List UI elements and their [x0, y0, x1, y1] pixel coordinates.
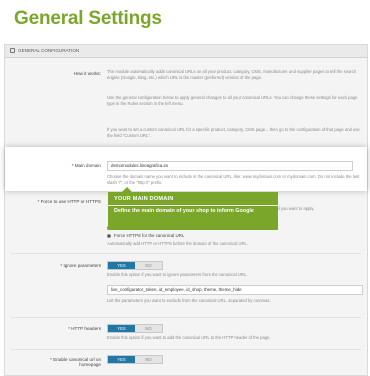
- ignore-params-help: Enable this option if you want to ignore…: [107, 272, 248, 277]
- toggle-no[interactable]: NO: [135, 325, 162, 332]
- tooltip-body: Define the main domain of your shop to i…: [114, 208, 254, 214]
- https-label: * Force to use HTTP or HTTPS: [37, 199, 101, 204]
- page-title: General Settings: [14, 8, 162, 29]
- main-domain-tooltip: YOUR MAIN DOMAIN Define the main domain …: [108, 187, 278, 230]
- homepage-toggle[interactable]: YES NO: [107, 355, 163, 364]
- main-domain-input[interactable]: demomodules.lineagrafica.es: [107, 161, 353, 171]
- homepage-label: * Enable canonical url on homepage: [50, 357, 101, 367]
- divider: [11, 253, 361, 254]
- how-it-works-p2: Use the general configuration below to a…: [107, 95, 358, 106]
- radio-force-https[interactable]: Force HTTPS for the canonical URL: [107, 233, 184, 238]
- toggle-yes[interactable]: YES: [108, 356, 135, 363]
- section-header: GENERAL CONFIGURATION: [5, 45, 367, 58]
- ignore-params-toggle[interactable]: YES NO: [107, 261, 163, 270]
- toggle-no[interactable]: NO: [135, 262, 162, 269]
- tooltip-title: YOUR MAIN DOMAIN: [114, 196, 174, 202]
- toggle-no[interactable]: NO: [135, 356, 162, 363]
- section-heading: GENERAL CONFIGURATION: [18, 48, 80, 53]
- toggle-yes[interactable]: YES: [108, 325, 135, 332]
- main-domain-row: * Main domain demomodules.lineagrafica.e…: [5, 147, 367, 191]
- http-headers-toggle[interactable]: YES NO: [107, 324, 163, 333]
- divider: [11, 317, 361, 318]
- settings-icon: [10, 48, 15, 53]
- how-it-works-p3: If you want to set a custom canonical UR…: [107, 127, 360, 138]
- ignore-params-help2: List the parameters you want to exclude …: [107, 298, 271, 303]
- ignore-params-input[interactable]: live_configurator_token, id_employee, id…: [107, 285, 363, 295]
- divider: [11, 349, 361, 350]
- how-it-works-label: How it works:: [73, 71, 101, 76]
- main-domain-help: Choose the domain name you want to inclu…: [107, 174, 360, 185]
- http-headers-label: * HTTP headers: [68, 326, 101, 331]
- http-headers-help: Enable this option if you want to add th…: [107, 335, 271, 340]
- https-help: Automatically add HTTP or HTTPS before t…: [107, 241, 248, 246]
- radio-label: Force HTTPS for the canonical URL: [114, 233, 185, 238]
- toggle-yes[interactable]: YES: [108, 262, 135, 269]
- how-it-works-p1: The module automatically adds canonical …: [107, 69, 357, 80]
- ignore-params-label: * Ignore parameters: [60, 263, 101, 268]
- radio-dot-selected: [107, 234, 111, 238]
- tooltip-divider: [108, 205, 278, 206]
- tooltip-arrow: [122, 187, 132, 192]
- main-domain-label: * Main domain: [71, 163, 101, 168]
